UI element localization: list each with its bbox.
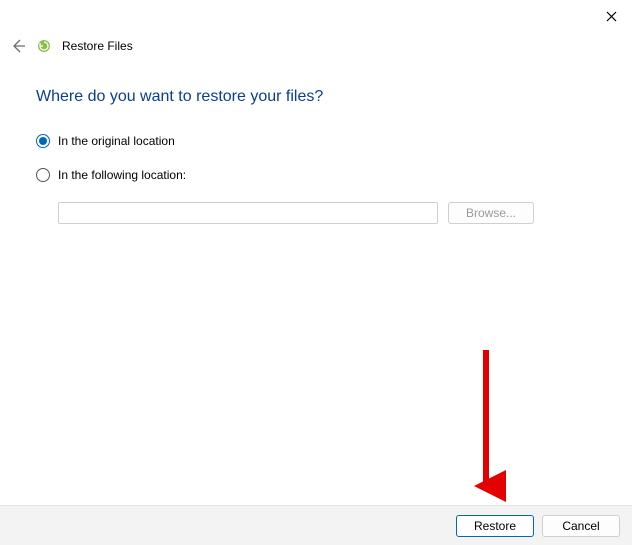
path-input[interactable] <box>58 202 438 224</box>
page-heading: Where do you want to restore your files? <box>36 88 596 106</box>
radio-original[interactable] <box>36 134 50 148</box>
titlebar <box>0 0 632 32</box>
footer-bar: Restore Cancel <box>0 505 632 545</box>
close-button[interactable] <box>604 9 618 23</box>
header-row: Restore Files <box>0 32 632 58</box>
radio-following[interactable] <box>36 168 50 182</box>
radio-following-label: In the following location: <box>58 168 186 182</box>
window-title: Restore Files <box>62 39 133 53</box>
back-button[interactable] <box>10 38 26 54</box>
restore-files-icon <box>36 38 52 54</box>
close-icon <box>606 11 617 22</box>
path-row: Browse... <box>58 202 596 224</box>
restore-button[interactable]: Restore <box>456 515 534 537</box>
arrow-left-icon <box>10 38 26 54</box>
cancel-button[interactable]: Cancel <box>542 515 620 537</box>
content-area: Where do you want to restore your files?… <box>0 58 632 224</box>
browse-button[interactable]: Browse... <box>448 202 534 224</box>
radio-original-label: In the original location <box>58 134 175 148</box>
red-arrow-annotation <box>466 350 506 510</box>
option-original-location[interactable]: In the original location <box>36 134 596 148</box>
option-following-location[interactable]: In the following location: <box>36 168 596 182</box>
